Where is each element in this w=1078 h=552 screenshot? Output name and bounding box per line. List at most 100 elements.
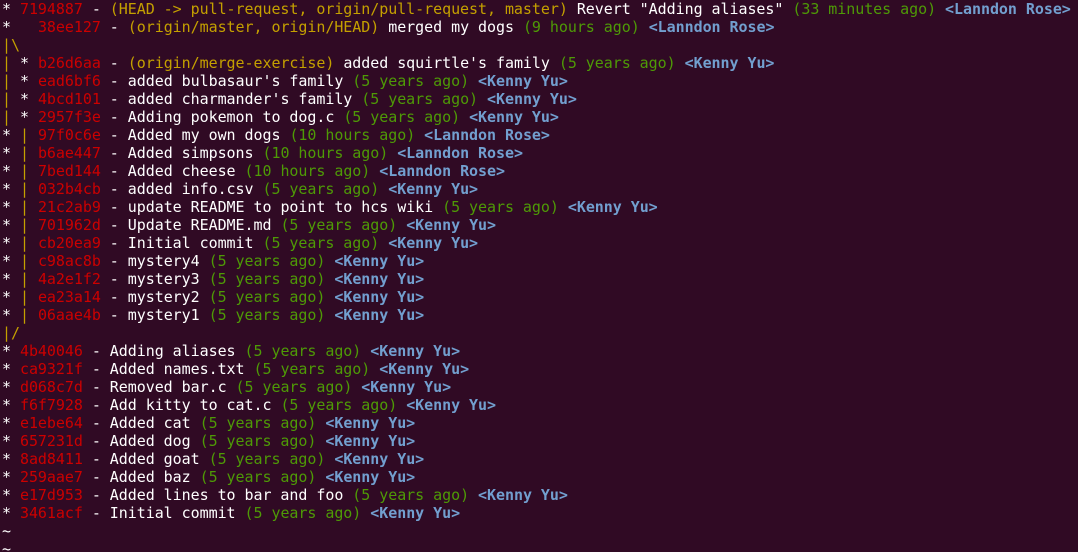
commit-line: * 4b40046 - Adding aliases (5 years ago)… [2, 342, 461, 360]
commit-line: * d068c7d - Removed bar.c (5 years ago) … [2, 378, 452, 396]
commit-message: Added goat [109, 450, 200, 468]
commit-date: (5 years ago) [235, 378, 353, 396]
commit-hash: 8ad8411 [19, 450, 83, 468]
terminal-window[interactable]: * 7194887 - (HEAD -> pull-request, origi… [0, 0, 1078, 552]
commit-graph: * | [2, 126, 29, 144]
commit-graph: * [2, 378, 11, 396]
commit-author: <Kenny Yu> [334, 270, 425, 288]
commit-date: (5 years ago) [208, 450, 326, 468]
commit-author: <Kenny Yu> [370, 342, 461, 360]
commit-message: added charmander's family [127, 90, 353, 108]
commit-date: (5 years ago) [280, 216, 398, 234]
commit-date: (10 hours ago) [289, 126, 416, 144]
commit-date: (10 hours ago) [244, 162, 371, 180]
commit-date: (10 hours ago) [262, 144, 389, 162]
commit-author: <Kenny Yu> [325, 414, 416, 432]
commit-hash: ca9321f [19, 360, 83, 378]
commit-graph: * | [2, 288, 29, 306]
commit-refs: (origin/master, origin/HEAD) [127, 18, 380, 36]
commit-message: mystery3 [127, 270, 200, 288]
commit-hash: 38ee127 [37, 18, 101, 36]
commit-line: * 259aae7 - Added baz (5 years ago) <Ken… [2, 468, 416, 486]
commit-line: * 3461acf - Initial commit (5 years ago)… [2, 504, 461, 522]
commit-author: <Lanndon Rose> [648, 18, 775, 36]
commit-date: (5 years ago) [208, 252, 326, 270]
commit-line: * | cb20ea9 - Initial commit (5 years ag… [2, 234, 479, 252]
commit-message: Adding aliases [109, 342, 236, 360]
commit-line: * | 032b4cb - added info.csv (5 years ag… [2, 180, 479, 198]
commit-line: | * 2957f3e - Adding pokemon to dog.c (5… [2, 108, 559, 126]
commit-author: <Kenny Yu> [406, 216, 497, 234]
commit-graph: * | [2, 270, 29, 288]
commit-graph: |\ [2, 36, 20, 54]
commit-author: <Kenny Yu> [361, 378, 452, 396]
commit-message: Added simpsons [127, 144, 254, 162]
commit-hash: b26d6aa [37, 54, 101, 72]
commit-message: update README to point to hcs wiki [127, 198, 434, 216]
commit-graph: * [2, 18, 11, 36]
commit-graph: * [2, 0, 11, 18]
commit-hash: f6f7928 [19, 396, 83, 414]
commit-hash: d068c7d [19, 378, 83, 396]
commit-graph: * [2, 468, 11, 486]
commit-line: | * ead6bf6 - added bulbasaur's family (… [2, 72, 568, 90]
commit-author: <Kenny Yu> [478, 486, 568, 504]
commit-message: mystery2 [127, 288, 200, 306]
commit-line: * | 21c2ab9 - update README to point to … [2, 198, 658, 216]
commit-message: Revert "Adding aliases" [576, 0, 784, 18]
commit-message: Added cat [109, 414, 191, 432]
commit-line: * | 7bed144 - Added cheese (10 hours ago… [2, 162, 505, 180]
commit-hash: 4a2e1f2 [37, 270, 101, 288]
commit-graph: * [2, 486, 11, 504]
commit-message: Removed bar.c [109, 378, 227, 396]
commit-graph: * | [2, 198, 29, 216]
graph-connector-line: |/ [0, 324, 1078, 342]
commit-line: * 38ee127 - (origin/master, origin/HEAD)… [2, 18, 775, 36]
commit-hash: 657231d [19, 432, 83, 450]
commit-author: <Kenny Yu> [388, 180, 479, 198]
commit-date: (9 hours ago) [522, 18, 640, 36]
commit-graph: * | [2, 180, 29, 198]
commit-hash: 97f0c6e [37, 126, 101, 144]
commit-author: <Lanndon Rose> [945, 0, 1071, 18]
commit-hash: 2957f3e [37, 108, 101, 126]
commit-author: <Kenny Yu> [325, 432, 416, 450]
commit-graph: * [2, 342, 11, 360]
commit-message: Added dog [109, 432, 191, 450]
pager-tilde-line: ~ [0, 540, 1078, 552]
commit-refs: (HEAD -> pull-request, origin/pull-reque… [109, 0, 568, 18]
commit-author: <Kenny Yu> [370, 504, 461, 522]
commit-message: Added baz [109, 468, 191, 486]
commit-line: * | 4a2e1f2 - mystery3 (5 years ago) <Ke… [2, 270, 425, 288]
commit-hash: ead6bf6 [37, 72, 101, 90]
commit-graph: | * [2, 72, 29, 90]
commit-graph: * [2, 432, 11, 450]
commit-author: <Kenny Yu> [379, 360, 470, 378]
commit-graph: * | [2, 252, 29, 270]
commit-graph: * | [2, 216, 29, 234]
commit-hash: 4bcd101 [37, 90, 101, 108]
commit-author: <Kenny Yu> [567, 198, 658, 216]
commit-line: * | 97f0c6e - Added my own dogs (10 hour… [2, 126, 550, 144]
commit-author: <Kenny Yu> [487, 90, 577, 108]
commit-message: Initial commit [109, 504, 236, 522]
commit-line: * 657231d - Added dog (5 years ago) <Ken… [2, 432, 416, 450]
commit-graph: * | [2, 162, 29, 180]
commit-author: <Kenny Yu> [334, 288, 425, 306]
commit-line: * 8ad8411 - Added goat (5 years ago) <Ke… [2, 450, 425, 468]
commit-line: * 7194887 - (HEAD -> pull-request, origi… [2, 0, 1071, 18]
commit-author: <Kenny Yu> [406, 396, 496, 414]
pager-tilde-line: ~ [0, 522, 1078, 540]
commit-author: <Kenny Yu> [334, 252, 425, 270]
commit-line: * | 06aae4b - mystery1 (5 years ago) <Ke… [2, 306, 425, 324]
pager-tilde: ~ [2, 522, 11, 540]
commit-hash: e17d953 [19, 486, 83, 504]
commit-graph: * [2, 360, 11, 378]
commit-graph: |/ [2, 324, 20, 342]
commit-graph: * | [2, 306, 29, 324]
commit-graph: * | [2, 234, 29, 252]
commit-date: (5 years ago) [343, 108, 461, 126]
commit-message: merged my dogs [388, 18, 514, 36]
commit-author: <Kenny Yu> [325, 468, 416, 486]
commit-message: mystery1 [127, 306, 200, 324]
